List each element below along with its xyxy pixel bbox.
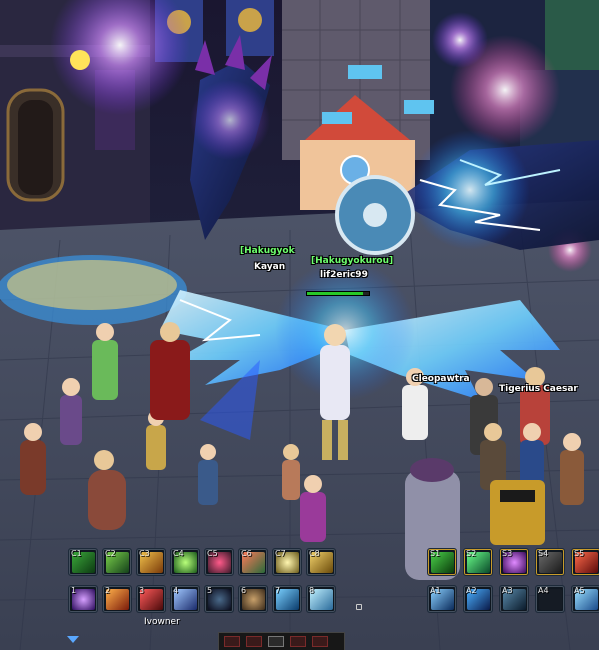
skill-slot[interactable]: A4	[535, 585, 565, 613]
skill-slot[interactable]: 4	[170, 585, 200, 613]
skill-slot[interactable]: C1	[68, 548, 98, 576]
skill-slot[interactable]: S3	[499, 548, 529, 576]
skill-slot[interactable]: A5	[571, 585, 599, 613]
game-viewport[interactable]: [Hakugyok Kayan [Hakugyokurou] lif2eric9…	[0, 0, 599, 650]
skill-slot[interactable]: A1	[427, 585, 457, 613]
menu-button[interactable]	[224, 636, 240, 647]
skill-slot[interactable]: 3	[136, 585, 166, 613]
skill-slot[interactable]: C4	[170, 548, 200, 576]
skillbar-right: S1 S2 S3 S4 S5 A1 A2 A3 A4 A5	[427, 548, 599, 613]
nameplate-player[interactable]: Tigerius Caesar	[499, 384, 578, 394]
lock-icon[interactable]	[356, 604, 362, 610]
skill-slot[interactable]: 6	[238, 585, 268, 613]
skillbar-left: C1 C2 C3 C4 C5 C6 C7 C8 1 2 3 4 5 6 7 8	[68, 548, 336, 613]
skill-slot[interactable]: S2	[463, 548, 493, 576]
skill-slot[interactable]: C7	[272, 548, 302, 576]
nameplate-guild[interactable]: [Hakugyok	[240, 246, 295, 256]
nameplate-player[interactable]: Kayan	[254, 262, 285, 272]
skill-slot[interactable]: 7	[272, 585, 302, 613]
nameplate-guild[interactable]: [Hakugyokurou]	[311, 256, 393, 266]
menu-button[interactable]	[246, 636, 262, 647]
skill-slot[interactable]: 8	[306, 585, 336, 613]
skill-slot[interactable]: A3	[499, 585, 529, 613]
skill-slot[interactable]: C6	[238, 548, 268, 576]
slot-owner-label: Ivowner	[144, 617, 180, 627]
skill-slot[interactable]: S5	[571, 548, 599, 576]
skill-slot[interactable]: S1	[427, 548, 457, 576]
nameplate-player[interactable]: lif2eric99	[320, 270, 368, 280]
bottom-menu-bar	[218, 632, 345, 650]
player-hp-bar	[306, 291, 370, 296]
skill-slot[interactable]: 1	[68, 585, 98, 613]
skill-slot[interactable]: A2	[463, 585, 493, 613]
skill-slot[interactable]: C8	[306, 548, 336, 576]
menu-button[interactable]	[312, 636, 328, 647]
skill-slot[interactable]: C2	[102, 548, 132, 576]
chat-toggle-arrow-icon[interactable]	[67, 636, 79, 643]
menu-button[interactable]	[268, 636, 284, 647]
nameplate-player[interactable]: Cleopawtra	[412, 374, 470, 384]
skill-slot[interactable]: 5	[204, 585, 234, 613]
skill-slot[interactable]: S4	[535, 548, 565, 576]
menu-button[interactable]	[290, 636, 306, 647]
skill-slot[interactable]: C5	[204, 548, 234, 576]
skill-slot[interactable]: 2	[102, 585, 132, 613]
skill-slot[interactable]: C3	[136, 548, 166, 576]
